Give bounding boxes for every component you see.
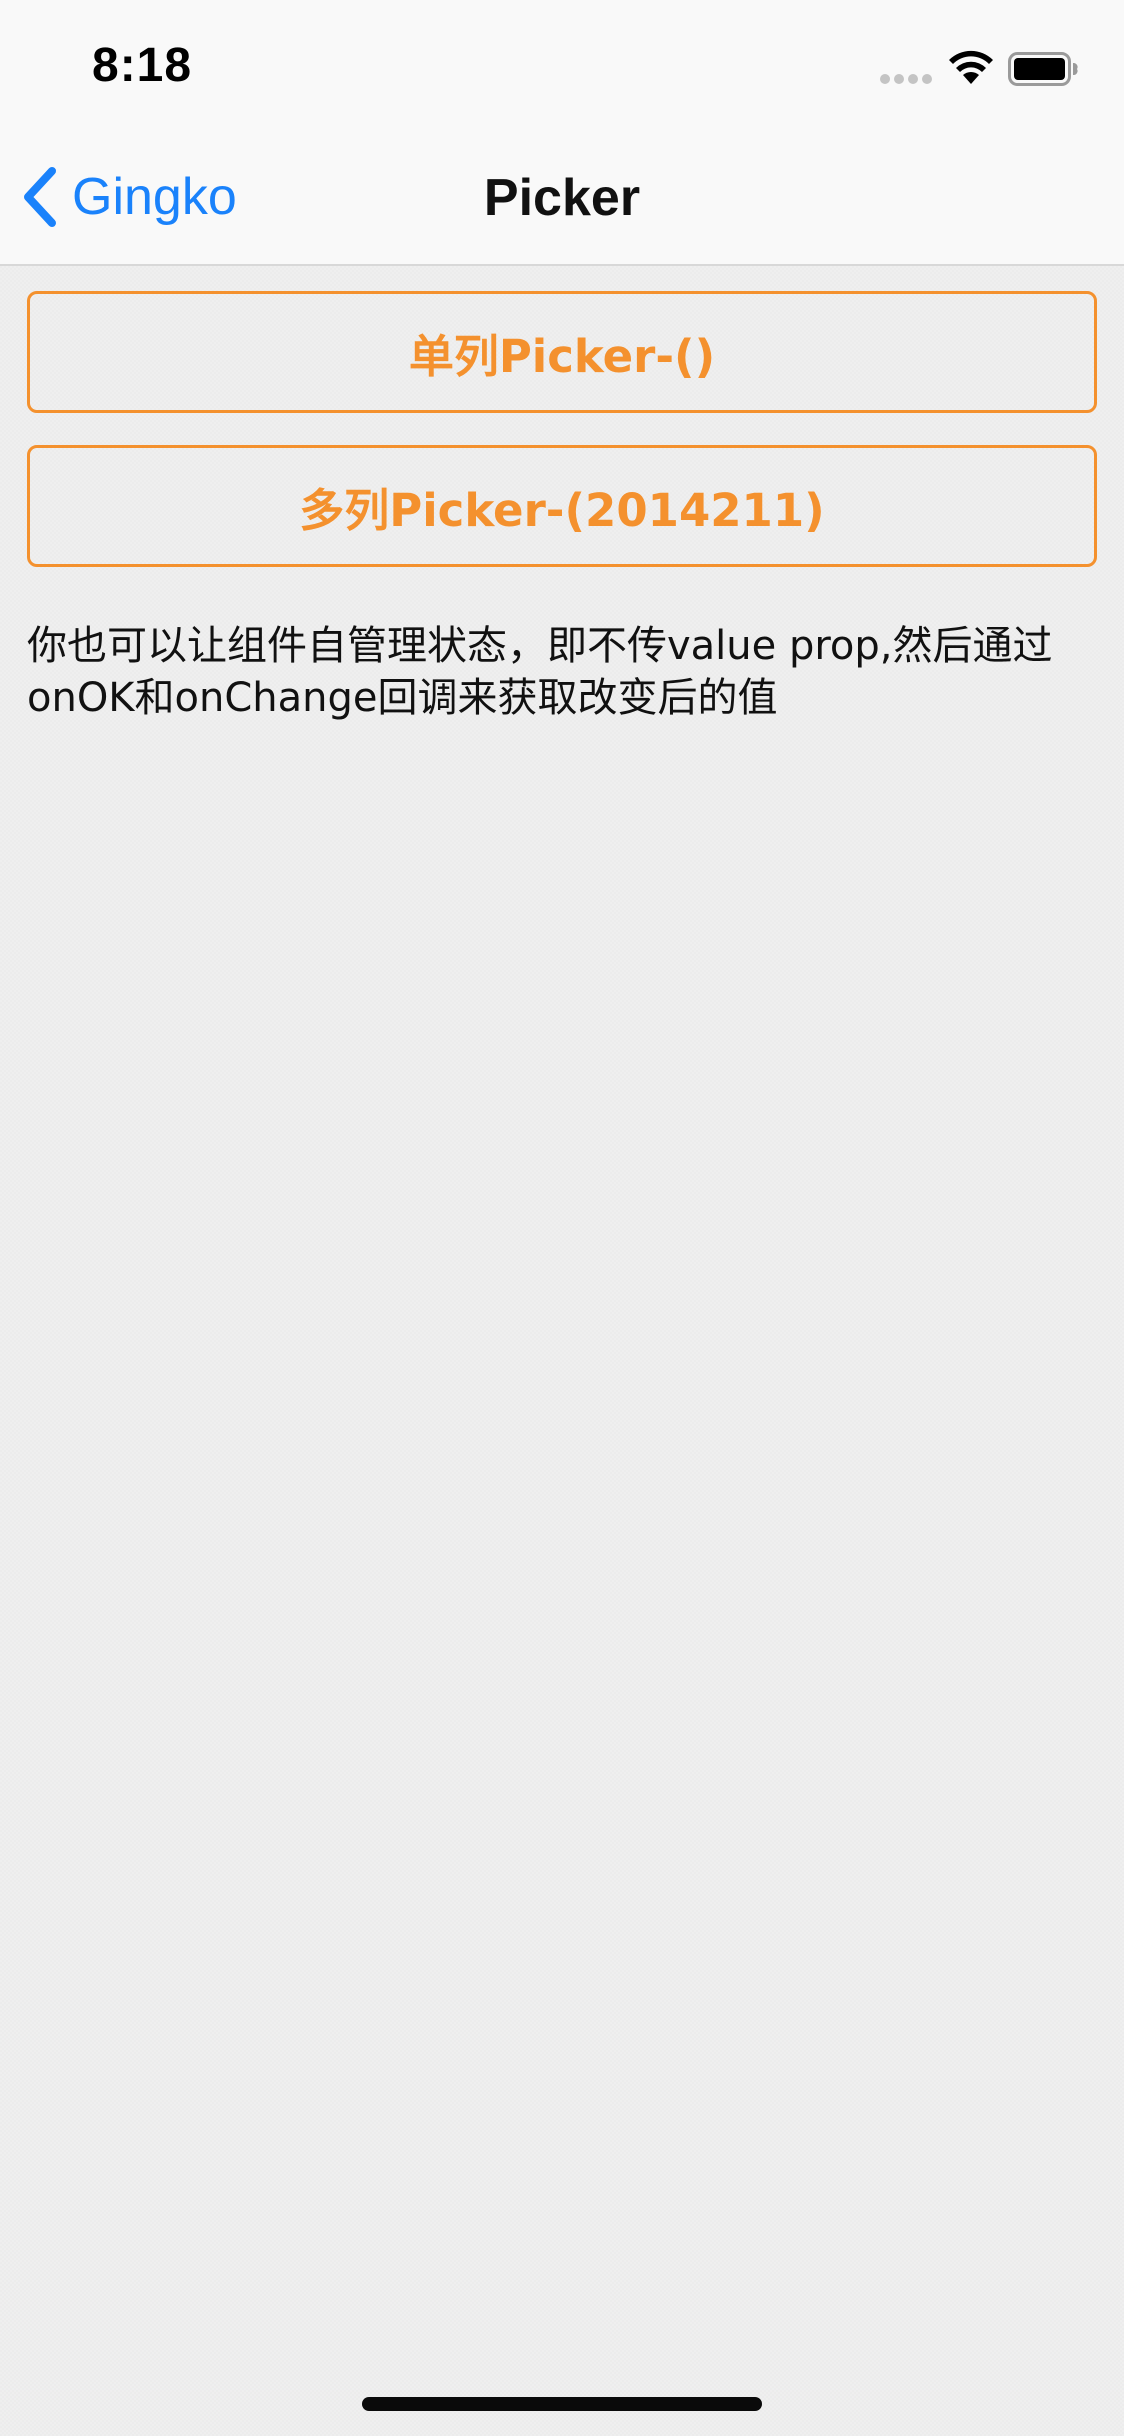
description-text: 你也可以让组件自管理状态，即不传value prop,然后通过onOK和onCh…: [27, 623, 1053, 721]
screen: 8:18 Gingko Picker 单列Picker-() 多列Picker-…: [0, 0, 1124, 2436]
status-time: 8:18: [92, 39, 193, 92]
multi-column-picker-label: 多列Picker-(2014211): [299, 483, 825, 537]
signal-dots-icon: [880, 74, 934, 84]
single-column-picker-label: 单列Picker-(): [408, 329, 716, 383]
multi-column-picker-button[interactable]: 多列Picker-(2014211): [27, 445, 1097, 567]
battery-icon: [1008, 52, 1078, 86]
wifi-icon: [949, 50, 993, 84]
navigation-bar: Gingko Picker: [0, 132, 1124, 266]
single-column-picker-button[interactable]: 单列Picker-(): [27, 291, 1097, 413]
page-title: Picker: [483, 169, 641, 227]
status-bar: 8:18: [0, 0, 1124, 132]
home-indicator[interactable]: [362, 2397, 762, 2411]
